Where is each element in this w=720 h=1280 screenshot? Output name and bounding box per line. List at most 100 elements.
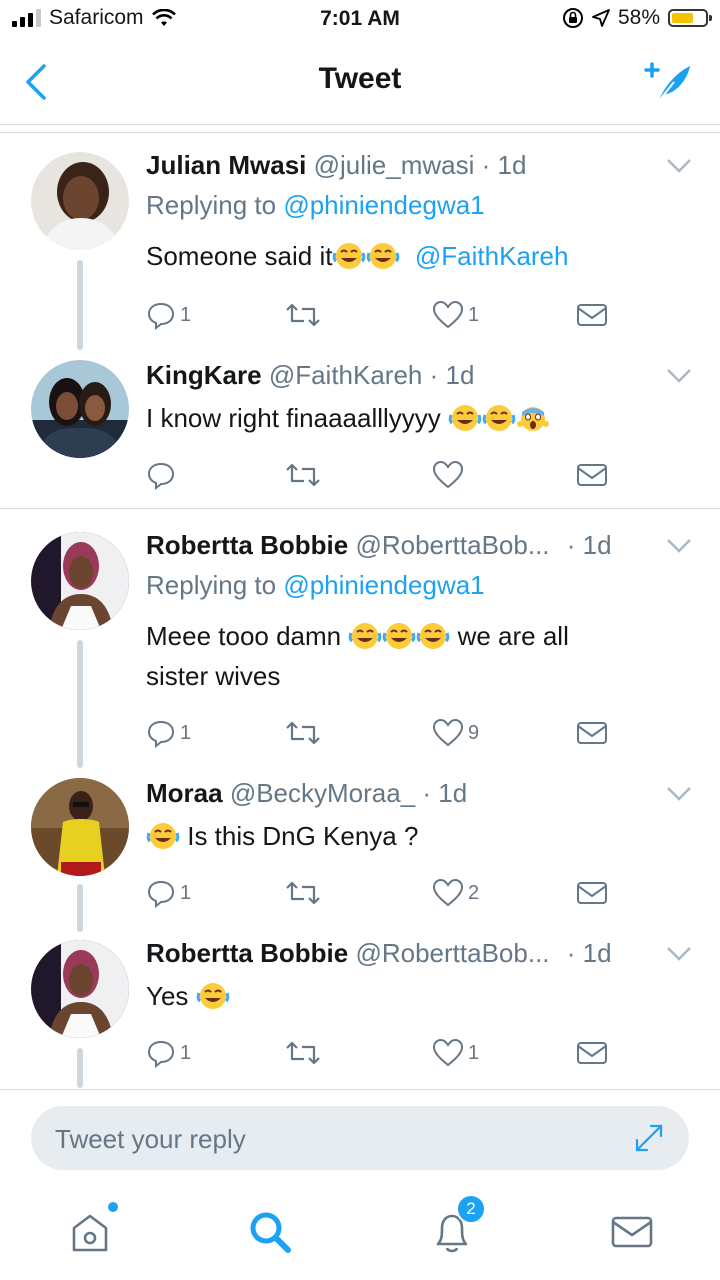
- avatar[interactable]: [31, 940, 129, 1038]
- tweet-text-body: Meee tooo damn: [146, 621, 349, 651]
- battery-icon: [668, 9, 712, 27]
- tweet-header: Moraa @BeckyMoraa_ · 1d: [146, 778, 467, 809]
- envelope-icon: [577, 304, 607, 326]
- like-count: 9: [468, 721, 480, 744]
- chevron-down-icon[interactable]: [666, 786, 692, 802]
- avatar[interactable]: [31, 152, 129, 250]
- avatar[interactable]: [31, 532, 129, 630]
- reply-icon: [147, 462, 175, 490]
- tweet-time: · 1d: [566, 938, 612, 968]
- tab-search[interactable]: [246, 1208, 294, 1256]
- reply-button[interactable]: [146, 458, 180, 492]
- dm-share-button[interactable]: [576, 458, 608, 492]
- display-name[interactable]: Julian Mwasi: [146, 150, 306, 180]
- retweet-icon: [286, 881, 320, 905]
- battery-percent: 58%: [617, 6, 660, 29]
- tab-messages[interactable]: [608, 1208, 656, 1256]
- user-handle[interactable]: @RoberttaBob...: [355, 530, 549, 560]
- location-icon: [592, 9, 610, 27]
- compose-tweet-icon[interactable]: [644, 60, 694, 106]
- tweet-text: Yes: [146, 976, 666, 1016]
- mention-link[interactable]: @FaithKareh: [415, 241, 569, 271]
- avatar-image: [31, 152, 129, 250]
- like-button[interactable]: 1: [432, 1036, 479, 1070]
- user-handle[interactable]: @julie_mwasi: [314, 150, 475, 180]
- envelope-icon: [577, 882, 607, 904]
- reply-button[interactable]: 1: [146, 876, 191, 910]
- replying-mention[interactable]: @phiniendegwa1: [283, 190, 484, 220]
- joy-emoji-icon: [448, 405, 482, 431]
- status-right: 58%: [562, 6, 712, 30]
- display-name[interactable]: Robertta Bobbie: [146, 938, 348, 968]
- user-handle[interactable]: @BeckyMoraa_: [230, 778, 415, 808]
- tweet-text-continued: we are all: [450, 621, 569, 651]
- page-title: Tweet: [318, 62, 402, 95]
- display-name[interactable]: Moraa: [146, 778, 223, 808]
- chevron-down-icon[interactable]: [666, 368, 692, 384]
- replying-prefix: Replying to: [146, 190, 284, 220]
- dm-share-button[interactable]: [576, 1036, 608, 1070]
- envelope-icon: [611, 1216, 653, 1248]
- user-handle[interactable]: @FaithKareh: [269, 360, 423, 390]
- replying-to: Replying to @phiniendegwa1: [146, 190, 485, 221]
- expand-icon[interactable]: [633, 1122, 665, 1154]
- like-button[interactable]: 1: [432, 298, 479, 332]
- thread-line: [77, 1048, 83, 1088]
- tweet-header: KingKare @FaithKareh · 1d: [146, 360, 474, 391]
- tab-home[interactable]: [66, 1202, 118, 1256]
- like-button[interactable]: 9: [432, 716, 479, 750]
- tweet-text: Someone said it @FaithKareh: [146, 236, 666, 276]
- chevron-down-icon[interactable]: [666, 946, 692, 962]
- reply-bar: Tweet your reply: [0, 1089, 720, 1190]
- dm-share-button[interactable]: [576, 876, 608, 910]
- envelope-icon: [577, 464, 607, 486]
- reply-count: 1: [180, 721, 192, 744]
- reply-count: 1: [180, 881, 192, 904]
- dm-share-button[interactable]: [576, 716, 608, 750]
- reply-icon: [147, 1040, 175, 1068]
- dm-share-button[interactable]: [576, 298, 608, 332]
- scream-emoji-icon: [517, 407, 550, 431]
- reply-button[interactable]: 1: [146, 716, 191, 750]
- reply-button[interactable]: 1: [146, 298, 191, 332]
- retweet-button[interactable]: [286, 716, 320, 750]
- tweet-text-body: Is this DnG Kenya ?: [180, 821, 419, 851]
- like-button[interactable]: 2: [432, 876, 479, 910]
- retweet-button[interactable]: [286, 458, 320, 492]
- display-name[interactable]: KingKare: [146, 360, 262, 390]
- avatar-image: [31, 532, 129, 630]
- retweet-button[interactable]: [286, 1036, 320, 1070]
- tweet-header: Robertta Bobbie @RoberttaBob... · 1d: [146, 530, 612, 561]
- rotation-lock-icon: [562, 8, 583, 28]
- chevron-down-icon[interactable]: [666, 158, 692, 174]
- joy-emoji-icon: [383, 623, 416, 649]
- replying-to: Replying to @phiniendegwa1: [146, 570, 485, 601]
- heart-icon: [432, 878, 464, 907]
- tweet-actions: [146, 458, 626, 492]
- replying-mention[interactable]: @phiniendegwa1: [283, 570, 484, 600]
- like-count: 1: [468, 1041, 480, 1064]
- reply-icon: [147, 720, 175, 748]
- unread-dot: [108, 1202, 118, 1212]
- tweet-actions: 1 9: [146, 716, 626, 750]
- like-button[interactable]: [432, 458, 468, 492]
- conversation-divider: [0, 508, 720, 509]
- display-name[interactable]: Robertta Bobbie: [146, 530, 348, 560]
- joy-emoji-icon: [367, 243, 400, 269]
- tweet-text-body: Someone said it: [146, 241, 333, 271]
- reply-count: 1: [180, 303, 192, 326]
- chevron-down-icon[interactable]: [666, 538, 692, 554]
- joy-emoji-icon: [196, 983, 229, 1009]
- reply-input[interactable]: Tweet your reply: [31, 1106, 689, 1170]
- notification-badge: 2: [456, 1194, 486, 1224]
- heart-icon: [432, 300, 464, 329]
- reply-button[interactable]: 1: [146, 1036, 191, 1070]
- tab-notifications[interactable]: 2: [428, 1194, 486, 1256]
- retweet-button[interactable]: [286, 298, 320, 332]
- tweet-text: I know right finaaaalllyyyy: [146, 398, 666, 438]
- avatar[interactable]: [31, 360, 129, 458]
- avatar[interactable]: [31, 778, 129, 876]
- user-handle[interactable]: @RoberttaBob...: [355, 938, 549, 968]
- heart-icon: [432, 1038, 464, 1067]
- retweet-button[interactable]: [286, 876, 320, 910]
